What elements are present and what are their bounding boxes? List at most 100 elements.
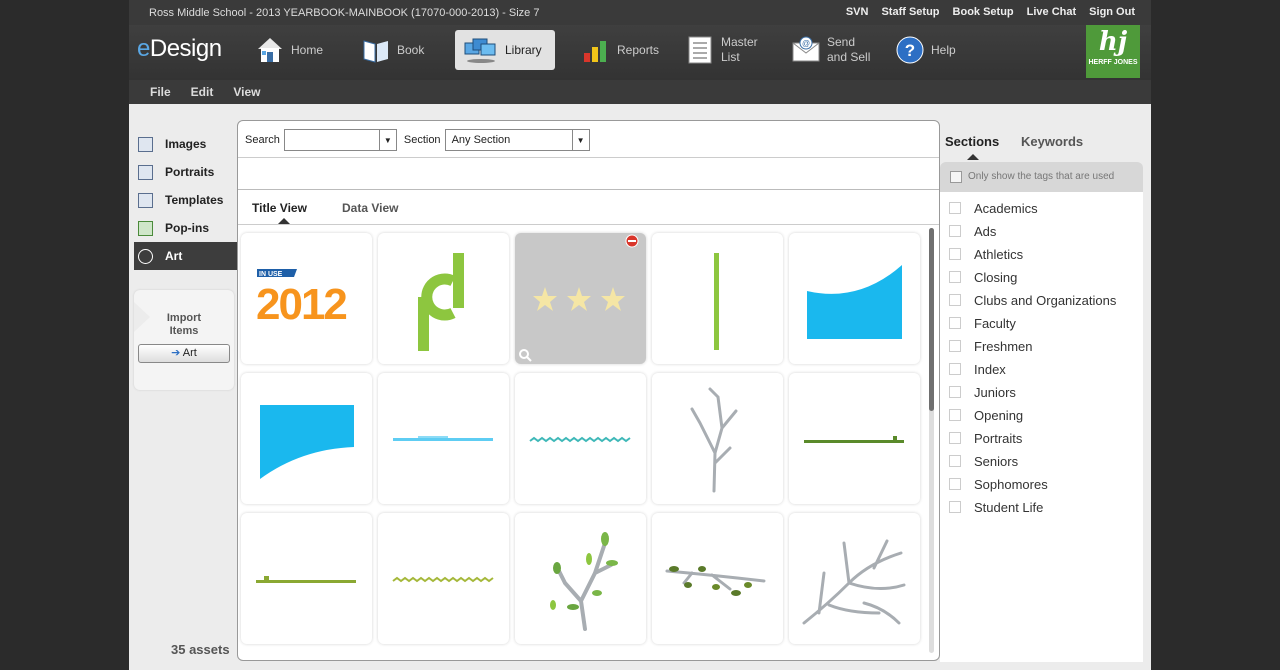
art-item-three-stars[interactable] [515,233,646,364]
sidebar-item-images[interactable]: Images [134,130,238,158]
svg-text:@: @ [802,39,810,48]
help-icon: ? [896,36,924,64]
art-item-blue-curve-shape-2[interactable] [241,373,372,504]
grid-scrollbar[interactable] [929,228,934,653]
section-label: Section [403,134,441,146]
tag-juniors[interactable]: Juniors [949,383,1016,401]
tag-sophomores[interactable]: Sophomores [949,475,1048,493]
tab-sections[interactable]: Sections [945,134,999,149]
import-arrow-icon: ➔ [171,347,181,359]
tab-indicator [278,218,290,224]
tag-portraits[interactable]: Portraits [949,429,1022,447]
sign-out-link[interactable]: Sign Out [1089,6,1135,18]
library-sidebar: Images Portraits Templates Pop-ins Art [134,130,238,270]
import-art-button[interactable]: ➔ Art [138,344,230,363]
svg-text:?: ? [905,41,915,60]
tab-title-view[interactable]: Title View [252,201,307,215]
home-button[interactable]: Home [255,30,323,70]
library-content-panel: Search ▼ Section Any Section ▼ Title Vie… [237,120,940,661]
tag-ads[interactable]: Ads [949,222,996,240]
art-item-in-use-2012[interactable]: IN USE 2012 [241,233,372,364]
tag-student-life[interactable]: Student Life [949,498,1043,516]
art-item-gray-branches[interactable] [789,513,920,644]
edesign-logo: eDesign [137,35,222,62]
tag-closing[interactable]: Closing [949,268,1017,286]
green-zigzag-line-art [392,576,494,583]
template-icon [138,192,153,208]
art-item-gray-tree[interactable] [652,373,783,504]
menu-edit[interactable]: Edit [191,80,214,104]
book-button[interactable]: Book [361,30,424,70]
art-item-green-line-right[interactable] [789,373,920,504]
search-label: Search [245,134,280,146]
art-grid: IN USE 2012 [241,233,923,653]
tag-academics[interactable]: Academics [949,199,1038,217]
scrollbar-thumb[interactable] [929,228,934,411]
tag-clubs-and-organizations[interactable]: Clubs and Organizations [949,291,1116,309]
tag-opening[interactable]: Opening [949,406,1023,424]
in-use-2012-art: IN USE 2012 [256,269,348,329]
only-used-tags-toggle[interactable]: Only show the tags that are used [940,162,1143,192]
live-chat-link[interactable]: Live Chat [1027,6,1077,18]
green-vertical-line-art [714,253,719,350]
top-links: SVN Staff Setup Book Setup Live Chat Sig… [846,6,1135,18]
menu-file[interactable]: File [150,80,171,104]
branch-leaves-horizontal-art [665,566,766,596]
tab-data-view[interactable]: Data View [342,201,398,215]
svn-link[interactable]: SVN [846,6,869,18]
section-select[interactable]: Any Section ▼ [444,129,590,151]
blue-curve-shape-art [807,265,902,339]
view-tabs: Title View Data View [238,189,939,225]
green-line-right-art [804,436,904,443]
sidebar-item-templates[interactable]: Templates [134,186,238,214]
tab-indicator [967,154,979,160]
tag-athletics[interactable]: Athletics [949,245,1023,263]
reports-button[interactable]: Reports [581,30,659,70]
blue-curve-shape-2-art [260,405,354,479]
tag-seniors[interactable]: Seniors [949,452,1018,470]
sidebar-item-art[interactable]: Art [134,242,238,270]
import-items-label: Import Items [166,312,202,337]
art-item-branch-leaves-horizontal[interactable] [652,513,783,644]
art-item-green-d-shape[interactable] [378,233,509,364]
tag-faculty[interactable]: Faculty [949,314,1016,332]
art-item-green-vertical-line[interactable] [652,233,783,364]
art-item-green-line-left[interactable] [241,513,372,644]
art-item-blue-line[interactable] [378,373,509,504]
green-d-shape-art [418,253,464,351]
help-button[interactable]: ? Help [895,30,956,70]
svg-text:2012: 2012 [256,280,346,329]
herff-jones-logo: hj HERFF JONES [1086,25,1140,78]
tab-keywords[interactable]: Keywords [1021,134,1083,149]
list-icon [688,36,712,64]
menu-view[interactable]: View [233,80,260,104]
send-and-sell-button[interactable]: @ Send and Sell [791,30,870,70]
sidebar-item-pop-ins[interactable]: Pop-ins [134,214,238,242]
home-icon [258,38,282,62]
art-item-teal-zigzag-line[interactable] [515,373,646,504]
tag-list: Academics Ads Athletics Closing Clubs an… [940,192,1143,662]
search-combo[interactable]: ▼ [283,129,397,151]
only-used-checkbox[interactable] [950,171,962,183]
tag-index[interactable]: Index [949,360,1006,378]
art-item-blue-curve-shape[interactable] [789,233,920,364]
art-item-green-zigzag-line[interactable] [378,513,509,644]
divider [238,157,939,158]
book-setup-link[interactable]: Book Setup [953,6,1014,18]
sidebar-item-portraits[interactable]: Portraits [134,158,238,186]
tag-freshmen[interactable]: Freshmen [949,337,1033,355]
green-line-left-art [256,576,356,583]
three-stars-art [519,234,639,362]
library-button[interactable]: Library [455,30,555,70]
chevron-down-icon[interactable]: ▼ [571,130,589,150]
staff-setup-link[interactable]: Staff Setup [881,6,939,18]
asset-count: 35 assets [171,642,230,657]
art-item-tree-branch-leaves[interactable] [515,513,646,644]
crosshair-icon [138,248,153,264]
top-info-bar: Ross Middle School - 2013 YEARBOOK-MAINB… [129,0,1151,25]
tree-branch-leaves-art [550,532,618,631]
chevron-down-icon[interactable]: ▼ [378,130,396,150]
master-list-button[interactable]: Master List [685,30,758,70]
gray-tree-art [690,387,738,493]
blue-line-art [393,436,493,441]
